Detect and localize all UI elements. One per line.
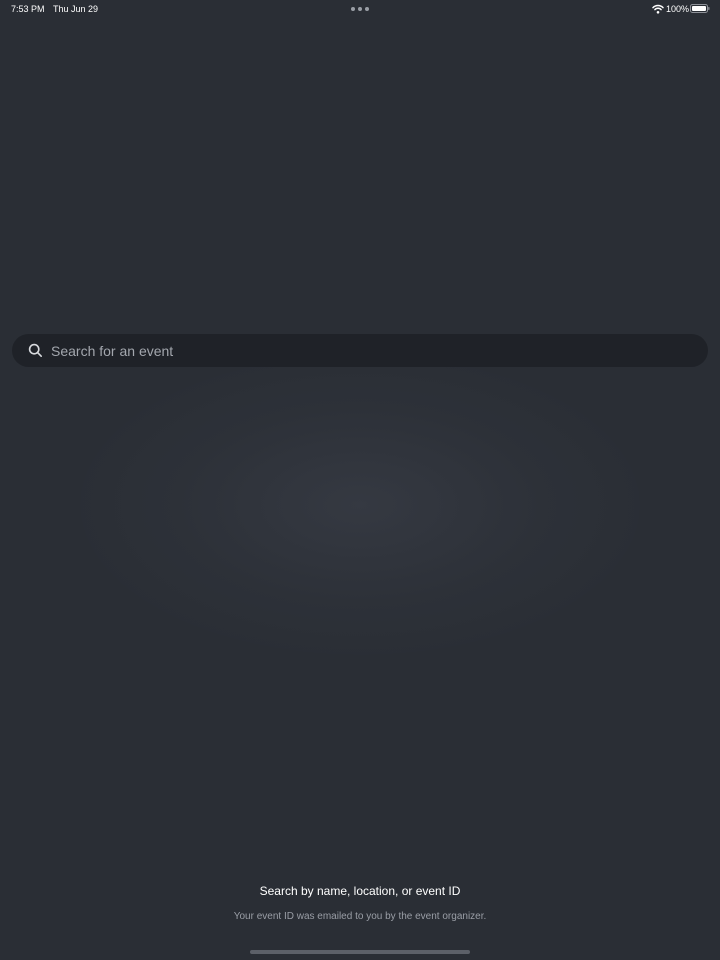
help-title: Search by name, location, or event ID	[259, 884, 461, 898]
status-date: Thu Jun 29	[53, 4, 99, 14]
dot-icon	[351, 7, 355, 11]
home-indicator[interactable]	[250, 950, 470, 954]
multitasking-menu[interactable]	[351, 7, 369, 11]
background-glow	[80, 355, 640, 655]
status-time: 7:53 PM	[11, 4, 45, 14]
dot-icon	[365, 7, 369, 11]
dot-icon	[358, 7, 362, 11]
battery-icon	[690, 4, 710, 13]
search-input[interactable]	[51, 334, 691, 367]
help-subtitle: Your event ID was emailed to you by the …	[233, 911, 487, 922]
search-icon	[28, 343, 42, 357]
wifi-icon	[652, 4, 664, 14]
search-bar[interactable]	[12, 334, 708, 367]
status-bar: 7:53 PM Thu Jun 29 100%	[0, 0, 720, 18]
battery-percentage: 100%	[666, 4, 690, 14]
